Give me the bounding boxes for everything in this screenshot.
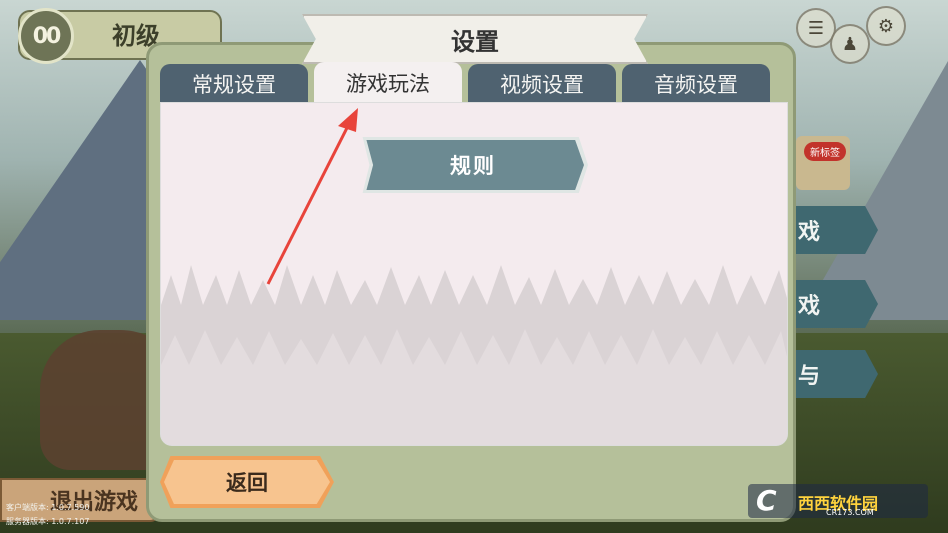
new-badge: 新标签	[804, 142, 846, 161]
pause-button[interactable]: 00	[18, 8, 74, 64]
tab-audio[interactable]: 音频设置	[622, 64, 770, 104]
side-button-3[interactable]: 与	[792, 350, 878, 398]
side-button-3-label: 与	[798, 364, 821, 389]
server-version: 服务器版本: 1.0.7.107	[6, 517, 90, 526]
tab-general[interactable]: 常规设置	[160, 64, 308, 104]
back-button[interactable]: 返回	[164, 460, 330, 504]
dialog-title: 设置	[302, 14, 648, 64]
side-button-1[interactable]: 戏	[792, 206, 878, 254]
forest-silhouette	[161, 265, 787, 445]
client-version: 客户端版本: 1.0.7.590	[6, 503, 90, 512]
hiker-icon[interactable]: ♟	[830, 24, 870, 64]
side-button-2[interactable]: 戏	[792, 280, 878, 328]
watermark-logo: C	[756, 484, 777, 517]
side-button-1-label: 戏	[798, 220, 821, 245]
watermark-url: CR173.COM	[826, 508, 874, 517]
gear-icon[interactable]: ⚙	[866, 6, 906, 46]
tab-gameplay[interactable]: 游戏玩法	[314, 62, 462, 104]
side-button-2-label: 戏	[798, 294, 821, 319]
tab-video[interactable]: 视频设置	[468, 64, 616, 104]
settings-tabs: 常规设置 游戏玩法 视频设置 音频设置	[160, 62, 772, 104]
rules-button[interactable]: 规则	[366, 140, 584, 190]
